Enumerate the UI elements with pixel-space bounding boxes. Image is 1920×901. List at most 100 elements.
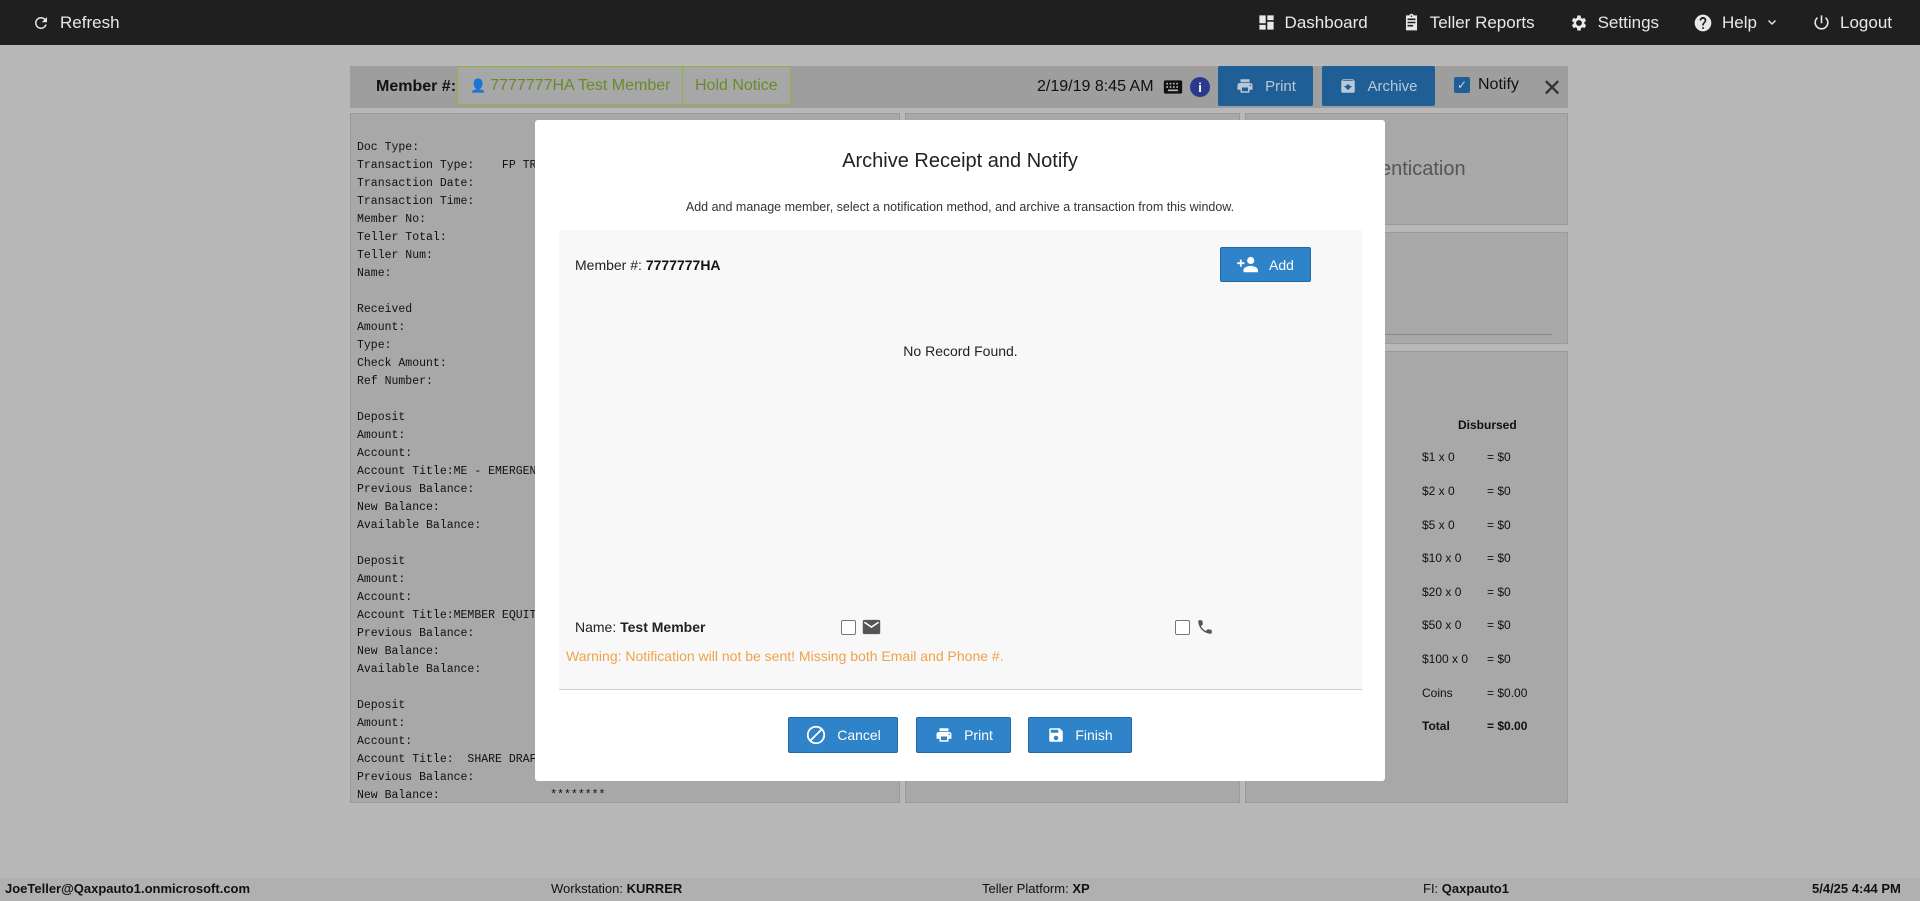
name-label: Name: [575, 619, 617, 635]
help-icon [1694, 14, 1712, 31]
notify-checkbox[interactable]: ✓ Notify [1454, 76, 1519, 94]
nav-help-label: Help [1722, 12, 1757, 32]
footer-platform: Teller Platform: XP [982, 881, 1090, 896]
denom-label: $50 x 0 [1422, 618, 1462, 632]
nav-dashboard[interactable]: Dashboard [1257, 13, 1368, 33]
email-checkbox[interactable] [841, 620, 856, 635]
denom-label: $5 x 0 [1422, 518, 1455, 532]
member-header-bar: Member #: 👤 7777777HA Test Member Hold N… [350, 66, 1568, 108]
member-label: Member #: [376, 78, 457, 95]
keyboard-icon[interactable] [1163, 79, 1183, 95]
save-icon [1049, 728, 1064, 742]
add-person-icon [1237, 256, 1258, 272]
modal-member-value: 7777777HA [645, 257, 721, 273]
footer-fi: FI: Qaxpauto1 [1423, 881, 1509, 896]
fi-value: Qaxpauto1 [1441, 881, 1509, 896]
notify-label: Notify [1478, 76, 1519, 93]
nav-logout[interactable]: Logout [1812, 13, 1892, 33]
close-icon[interactable]: ✕ [1542, 74, 1562, 103]
nav-help[interactable]: Help [1693, 13, 1778, 33]
nav-settings-label: Settings [1597, 12, 1660, 32]
workstation-label: Workstation: [551, 881, 624, 896]
platform-value: XP [1072, 881, 1090, 896]
denom-value: = $0 [1487, 585, 1511, 599]
nav-logout-label: Logout [1840, 12, 1892, 32]
refresh-button[interactable]: Refresh [32, 0, 120, 45]
denom-value: = $0 [1487, 551, 1511, 565]
refresh-label: Refresh [60, 12, 120, 32]
chevron-down-icon [1768, 19, 1776, 25]
denom-value: = $0.00 [1487, 686, 1528, 700]
header-print-label: Print [1265, 77, 1296, 95]
modal-title: Archive Receipt and Notify [842, 150, 1078, 172]
finish-label: Finish [1075, 727, 1113, 743]
divider [1380, 334, 1552, 335]
no-record-message: No Record Found. [903, 343, 1018, 359]
denom-label: $1 x 0 [1422, 450, 1455, 464]
name-value: Test Member [620, 619, 706, 635]
top-nav: Dashboard Teller Reports Settings Help L… [1257, 0, 1892, 45]
denom-value: = $0 [1487, 618, 1511, 632]
top-navigation-bar: Refresh Dashboard Teller Reports Setting… [0, 0, 1920, 45]
print-button[interactable]: Print [916, 717, 1011, 753]
total-value: = $0.00 [1487, 719, 1528, 733]
notification-warning: Warning: Notification will not be sent! … [566, 648, 1004, 664]
footer-datetime: 5/4/25 4:44 PM [1812, 881, 1901, 896]
denom-label: Coins [1422, 686, 1453, 700]
disbursed-header: Disbursed [1458, 418, 1517, 432]
add-member-button[interactable]: Add [1220, 247, 1311, 282]
gear-icon [1571, 15, 1586, 30]
total-label: Total [1422, 719, 1450, 733]
dashboard-icon [1258, 15, 1274, 30]
hold-notice-button[interactable]: Hold Notice [682, 66, 791, 105]
transaction-datetime: 2/19/19 8:45 AM [1037, 78, 1154, 95]
nav-teller-reports[interactable]: Teller Reports [1402, 13, 1535, 33]
modal-subtitle: Add and manage member, select a notifica… [685, 200, 1235, 214]
archive-icon [1341, 79, 1356, 93]
refresh-icon [34, 16, 47, 29]
member-chip[interactable]: 👤 7777777HA Test Member [457, 66, 684, 105]
member-notification-area: Member #: 7777777HA Add No Record Found.… [559, 230, 1362, 690]
workstation-value: KURRER [626, 881, 683, 896]
archive-notify-modal: Archive Receipt and Notify Add and manag… [535, 120, 1385, 781]
header-archive-button[interactable]: Archive [1322, 66, 1435, 106]
power-icon [1814, 15, 1829, 30]
modal-member: Member #: 7777777HA [575, 257, 721, 273]
nav-dashboard-label: Dashboard [1284, 12, 1368, 32]
phone-checkbox[interactable] [1175, 620, 1190, 635]
denom-label: $10 x 0 [1422, 551, 1462, 565]
cancel-icon [807, 725, 826, 745]
authentication-title: entication [1380, 158, 1466, 180]
checkmark-icon: ✓ [1454, 77, 1470, 93]
user-icon: 👤 [470, 77, 487, 93]
denom-value: = $0 [1487, 484, 1511, 498]
header-print-button[interactable]: Print [1218, 66, 1313, 106]
hold-notice-label: Hold Notice [695, 76, 778, 94]
denom-value: = $0 [1487, 450, 1511, 464]
denom-label: $2 x 0 [1422, 484, 1455, 498]
footer-user: JoeTeller@Qaxpauto1.onmicrosoft.com [5, 881, 251, 896]
member-name: Name: Test Member [575, 619, 705, 635]
status-footer: JoeTeller@Qaxpauto1.onmicrosoft.com Work… [0, 878, 1920, 901]
platform-label: Teller Platform: [982, 881, 1069, 896]
header-archive-label: Archive [1367, 77, 1418, 95]
footer-workstation: Workstation: KURRER [551, 881, 682, 896]
cancel-label: Cancel [837, 727, 881, 743]
clipboard-icon [1405, 13, 1417, 31]
nav-teller-reports-label: Teller Reports [1429, 12, 1535, 32]
email-icon [862, 619, 881, 635]
finish-button[interactable]: Finish [1028, 717, 1132, 753]
cancel-button[interactable]: Cancel [788, 717, 898, 753]
denom-value: = $0 [1487, 518, 1511, 532]
printer-icon [936, 728, 952, 742]
denom-label: $20 x 0 [1422, 585, 1462, 599]
print-label: Print [964, 727, 993, 743]
info-icon[interactable]: i [1190, 77, 1210, 97]
member-chip-label: 7777777HA Test Member [490, 76, 671, 94]
nav-settings[interactable]: Settings [1569, 13, 1659, 33]
phone-icon [1198, 620, 1212, 634]
denom-label: $100 x 0 [1422, 652, 1469, 666]
printer-icon [1237, 79, 1253, 93]
modal-member-label: Member #: [575, 257, 642, 273]
denom-value: = $0 [1487, 652, 1511, 666]
